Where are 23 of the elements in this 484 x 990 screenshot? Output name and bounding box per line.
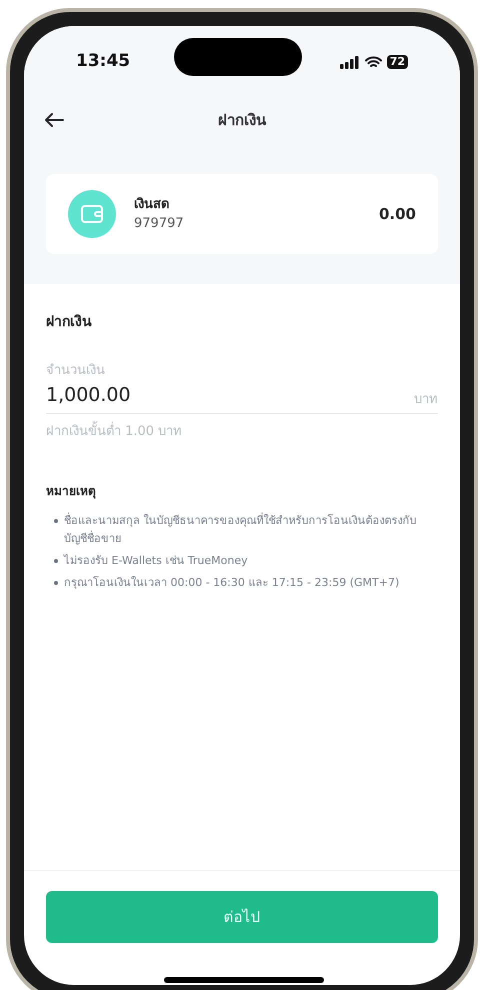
note-text: ชื่อและนามสกุล ในบัญชีธนาคารของคุณที่ใช้สำหรับการโอนเงินต้องตรงกับบัญชีชื่อขาย (64, 512, 418, 546)
note-text: กรุณาโอนเงินในเวลา 00:00 - 16:30 และ 17:15 - 23:59 (GMT+7) (64, 574, 400, 591)
wallet-account: 979797 (134, 215, 184, 233)
note-text: ไม่รองรับ E-Wallets เช่น TrueMoney (64, 552, 248, 568)
wallet-name: เงินสด (134, 196, 170, 214)
section-title: ฝากเงิน (46, 313, 93, 332)
amount-value: 1,000.00 (46, 382, 131, 408)
page-title: ฝากเงิน (218, 110, 266, 131)
status-time: 13:45 (76, 50, 130, 74)
bullet-icon (54, 580, 58, 584)
bullet-icon (54, 558, 58, 562)
amount-label: จำนวนเงิน (46, 362, 106, 380)
minimum-hint: ฝากเงินขั้นต่ำ 1.00 บาท (46, 422, 438, 442)
wallet-balance: 0.00 (378, 204, 416, 225)
battery-indicator: 72 (386, 55, 408, 69)
currency-unit: บาท (414, 390, 438, 408)
notes-title: หมายเหตุ (46, 482, 97, 500)
amount-field[interactable]: 1,000.00 บาท (46, 380, 438, 414)
back-arrow-icon[interactable] (44, 112, 64, 128)
wifi-icon (364, 56, 382, 68)
wallet-icon (68, 190, 116, 238)
signal-icon (340, 56, 360, 68)
bullet-icon (54, 518, 58, 522)
